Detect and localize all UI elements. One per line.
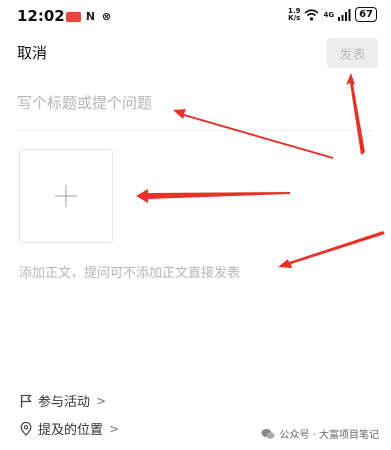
location-option[interactable]: 提及的位置 >	[20, 419, 119, 438]
notification-badge-icon	[66, 11, 81, 22]
watermark-text: 公众号 · 大富项目笔记	[279, 430, 379, 441]
plus-icon	[55, 185, 77, 207]
arrow-to-add-image	[136, 189, 290, 203]
title-divider	[17, 130, 373, 131]
status-time: 12:02	[17, 7, 65, 25]
status-right-icons: 1.9 K/s 4G 67	[288, 7, 377, 22]
chevron-right-icon: >	[109, 421, 120, 436]
arrow-to-title	[173, 109, 333, 159]
network-speed: 1.9 K/s	[288, 7, 301, 22]
network-speed-unit: K/s	[288, 13, 301, 22]
location-pin-icon	[20, 421, 32, 436]
cancel-button[interactable]: 取消	[17, 42, 47, 63]
network-type: 4G	[323, 10, 335, 19]
nfc-icon: N	[85, 10, 96, 23]
alarm-icon: ⊗	[101, 10, 112, 23]
title-input[interactable]	[17, 90, 337, 116]
status-notification-icons: N ⊗	[66, 10, 113, 23]
wifi-icon	[304, 8, 319, 21]
arrow-to-publish	[346, 73, 365, 155]
flag-icon	[20, 394, 32, 407]
battery-icon: 67	[355, 7, 377, 22]
add-image-button[interactable]	[19, 149, 113, 243]
body-input[interactable]	[19, 262, 339, 284]
wechat-icon	[261, 428, 275, 439]
join-activity-option[interactable]: 参与活动 >	[20, 391, 106, 410]
location-label: 提及的位置	[38, 423, 104, 438]
publish-button[interactable]: 发表	[327, 38, 378, 68]
watermark: 公众号 · 大富项目笔记	[261, 426, 379, 441]
status-bar: 12:02 N ⊗ 1.9 K/s 4G 67	[0, 0, 391, 32]
signal-icon	[338, 8, 351, 21]
chevron-right-icon: >	[96, 393, 107, 408]
join-activity-label: 参与活动	[38, 395, 91, 410]
